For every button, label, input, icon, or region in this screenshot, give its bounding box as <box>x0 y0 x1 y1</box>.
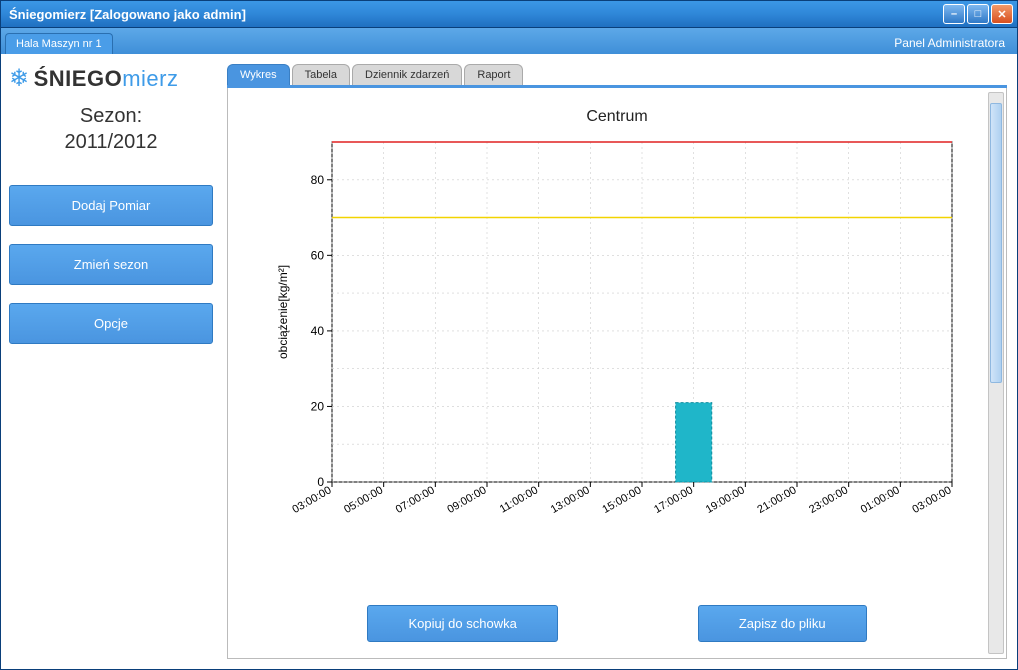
panel-admin-link[interactable]: Panel Administratora <box>886 32 1013 54</box>
svg-text:07:00:00: 07:00:00 <box>394 484 437 516</box>
window-titlebar: Śniegomierz [Zalogowano jako admin] – □ … <box>0 0 1018 28</box>
chart: 02040608003:00:0005:00:0007:00:0009:00:0… <box>262 132 972 552</box>
svg-text:15:00:00: 15:00:00 <box>600 484 643 516</box>
save-file-button[interactable]: Zapisz do pliku <box>698 605 867 642</box>
svg-text:03:00:00: 03:00:00 <box>290 484 333 516</box>
svg-text:11:00:00: 11:00:00 <box>498 484 540 515</box>
tab-dziennik[interactable]: Dziennik zdarzeń <box>352 64 462 85</box>
sidebar: ❄ ŚNIEGOmierz Sezon: 2011/2012 Dodaj Pom… <box>1 54 221 669</box>
svg-text:23:00:00: 23:00:00 <box>807 484 850 516</box>
logo-part1: ŚNIEGO <box>34 66 123 92</box>
main-area: ❄ ŚNIEGOmierz Sezon: 2011/2012 Dodaj Pom… <box>0 54 1018 670</box>
svg-text:05:00:00: 05:00:00 <box>342 484 385 516</box>
svg-text:40: 40 <box>311 324 325 338</box>
content-tabs: Wykres Tabela Dziennik zdarzeń Raport <box>227 64 1007 88</box>
options-button[interactable]: Opcje <box>9 303 213 344</box>
add-measurement-button[interactable]: Dodaj Pomiar <box>9 185 213 226</box>
season-line1: Sezon: <box>80 105 142 127</box>
chart-buttons: Kopiuj do schowka Zapisz do pliku <box>244 593 990 648</box>
tab-wykres[interactable]: Wykres <box>227 64 290 85</box>
maximize-button[interactable]: □ <box>967 4 989 24</box>
snowflake-icon: ❄ <box>9 64 30 93</box>
tab-hall[interactable]: Hala Maszyn nr 1 <box>5 33 113 54</box>
season-line2: 2011/2012 <box>64 131 157 153</box>
chart-wrap: Centrum 02040608003:00:0005:00:0007:00:0… <box>244 108 990 593</box>
logo-part2: mierz <box>122 66 178 92</box>
chart-title: Centrum <box>586 108 647 126</box>
svg-text:09:00:00: 09:00:00 <box>445 484 488 516</box>
svg-text:20: 20 <box>311 399 325 413</box>
svg-text:03:00:00: 03:00:00 <box>910 484 953 516</box>
appbar: Hala Maszyn nr 1 Panel Administratora <box>0 28 1018 54</box>
svg-text:13:00:00: 13:00:00 <box>549 484 592 516</box>
tab-raport[interactable]: Raport <box>464 64 523 85</box>
scrollbar-thumb[interactable] <box>990 103 1002 383</box>
svg-text:17:00:00: 17:00:00 <box>652 484 695 516</box>
svg-text:01:00:00: 01:00:00 <box>859 484 902 516</box>
svg-text:19:00:00: 19:00:00 <box>704 484 747 516</box>
content: Wykres Tabela Dziennik zdarzeń Raport Ce… <box>221 54 1017 669</box>
svg-text:obciążenie[kg/m²]: obciążenie[kg/m²] <box>276 265 290 359</box>
tab-tabela[interactable]: Tabela <box>292 64 350 85</box>
minimize-button[interactable]: – <box>943 4 965 24</box>
svg-text:80: 80 <box>311 173 325 187</box>
window-title: Śniegomierz [Zalogowano jako admin] <box>9 7 943 22</box>
logo: ❄ ŚNIEGOmierz <box>9 64 213 93</box>
copy-clipboard-button[interactable]: Kopiuj do schowka <box>367 605 557 642</box>
close-button[interactable]: ✕ <box>991 4 1013 24</box>
scrollbar[interactable] <box>988 92 1004 654</box>
svg-text:21:00:00: 21:00:00 <box>755 484 798 516</box>
season-label: Sezon: 2011/2012 <box>9 103 213 155</box>
window-buttons: – □ ✕ <box>943 4 1013 24</box>
chart-panel: Centrum 02040608003:00:0005:00:0007:00:0… <box>227 88 1007 659</box>
svg-text:60: 60 <box>311 248 325 262</box>
change-season-button[interactable]: Zmień sezon <box>9 244 213 285</box>
